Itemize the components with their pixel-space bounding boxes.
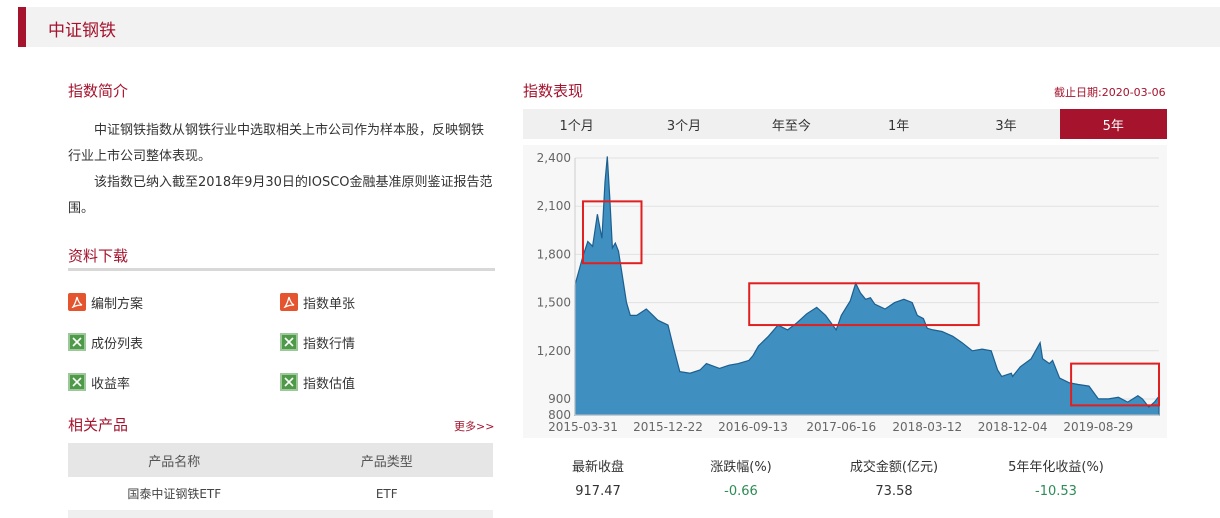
table-row[interactable]: 国泰中证钢铁ETF ETF bbox=[68, 477, 493, 511]
intro-section-title: 指数简介 bbox=[68, 82, 129, 100]
download-label: 编制方案 bbox=[91, 296, 144, 312]
column-header: 产品类型 bbox=[360, 454, 413, 470]
x-tick-label: 2015-03-31 bbox=[548, 420, 618, 434]
download-label: 成份列表 bbox=[91, 336, 144, 352]
as-of-date: 截止日期:2020-03-06 bbox=[1054, 86, 1166, 99]
period-tabs: 1个月 3个月 年至今 1年 3年 5年 bbox=[523, 109, 1167, 139]
performance-section-title: 指数表现 bbox=[523, 82, 584, 100]
y-tick-label: 1,200 bbox=[537, 344, 571, 358]
y-tick-label: 1,800 bbox=[537, 247, 571, 261]
tab-3-months[interactable]: 3个月 bbox=[630, 109, 737, 139]
more-products-link[interactable]: 更多>> bbox=[454, 418, 494, 434]
product-name: 国泰中证钢铁ETF bbox=[127, 487, 222, 501]
stat-value: 73.58 bbox=[875, 484, 913, 499]
column-header: 产品名称 bbox=[148, 454, 201, 470]
index-performance-chart: 800 900 1,200 1,500 1,800 2,100 2,400 2015-03-3… bbox=[523, 145, 1167, 438]
stat-value: 917.47 bbox=[575, 484, 621, 499]
download-label: 指数单张 bbox=[303, 296, 356, 312]
x-tick-label: 2015-12-22 bbox=[633, 420, 703, 434]
stat-value: -10.53 bbox=[1035, 484, 1077, 499]
chart-svg: 8009001,2001,5001,8002,1002,4002015-03-3… bbox=[523, 145, 1167, 438]
downloads-section-title: 资料下载 bbox=[68, 247, 129, 265]
download-compilation-plan[interactable]: 编制方案 bbox=[68, 291, 143, 313]
excel-icon bbox=[68, 373, 86, 391]
download-label: 指数估值 bbox=[303, 376, 356, 392]
stat-turnover: 成交金额(亿元) 73.58 bbox=[819, 458, 969, 503]
products-section-title: 相关产品 bbox=[68, 416, 129, 434]
pdf-icon bbox=[280, 293, 298, 311]
x-tick-label: 2018-12-04 bbox=[978, 420, 1048, 434]
x-tick-label: 2017-06-16 bbox=[806, 420, 876, 434]
stat-label: 涨跌幅(%) bbox=[710, 460, 772, 475]
stat-label: 5年年化收益(%) bbox=[1008, 460, 1104, 475]
download-index-valuation[interactable]: 指数估值 bbox=[280, 371, 355, 393]
download-returns[interactable]: 收益率 bbox=[68, 371, 130, 393]
stat-5y-annualized-return: 5年年化收益(%) -10.53 bbox=[981, 458, 1131, 503]
tab-5-years[interactable]: 5年 bbox=[1059, 109, 1167, 139]
stat-change-pct: 涨跌幅(%) -0.66 bbox=[666, 458, 816, 503]
download-constituents-list[interactable]: 成份列表 bbox=[68, 331, 143, 353]
stat-label: 成交金额(亿元) bbox=[849, 460, 939, 475]
y-tick-label: 1,500 bbox=[537, 296, 571, 310]
download-label: 收益率 bbox=[91, 376, 131, 392]
tab-1-year[interactable]: 1年 bbox=[845, 109, 952, 139]
table-header: 产品名称 产品类型 bbox=[68, 443, 493, 477]
stat-value: -0.66 bbox=[724, 484, 758, 499]
section-divider bbox=[68, 268, 495, 271]
intro-paragraph-1: 中证钢铁指数从钢铁行业中选取相关上市公司作为样本股，反映钢铁行业上市公司整体表现… bbox=[68, 123, 485, 164]
stat-label: 最新收盘 bbox=[571, 460, 624, 475]
table-row-partial bbox=[68, 511, 493, 518]
y-tick-label: 2,400 bbox=[537, 151, 571, 165]
download-index-quotes[interactable]: 指数行情 bbox=[280, 331, 355, 353]
page-title: 中证钢铁 bbox=[48, 21, 116, 41]
product-type: ETF bbox=[375, 486, 398, 501]
pdf-icon bbox=[68, 293, 86, 311]
tab-3-years[interactable]: 3年 bbox=[952, 109, 1059, 139]
x-tick-label: 2016-09-13 bbox=[718, 420, 788, 434]
download-label: 指数行情 bbox=[303, 336, 356, 352]
tab-ytd[interactable]: 年至今 bbox=[738, 109, 845, 139]
x-tick-label: 2018-03-12 bbox=[892, 420, 962, 434]
y-tick-label: 900 bbox=[548, 392, 571, 406]
download-index-sheet[interactable]: 指数单张 bbox=[280, 291, 355, 313]
intro-paragraph-2: 该指数已纳入截至2018年9月30日的IOSCO金融基准原则鉴证报告范围。 bbox=[68, 175, 493, 216]
tab-1-month[interactable]: 1个月 bbox=[523, 109, 630, 139]
y-tick-label: 2,100 bbox=[537, 199, 571, 213]
products-table: 产品名称 产品类型 国泰中证钢铁ETF ETF bbox=[68, 443, 493, 518]
excel-icon bbox=[280, 333, 298, 351]
excel-icon bbox=[280, 373, 298, 391]
excel-icon bbox=[68, 333, 86, 351]
page-header: 中证钢铁 bbox=[18, 7, 1220, 47]
x-tick-label: 2019-08-29 bbox=[1063, 420, 1133, 434]
stat-latest-close: 最新收盘 917.47 bbox=[523, 458, 673, 503]
